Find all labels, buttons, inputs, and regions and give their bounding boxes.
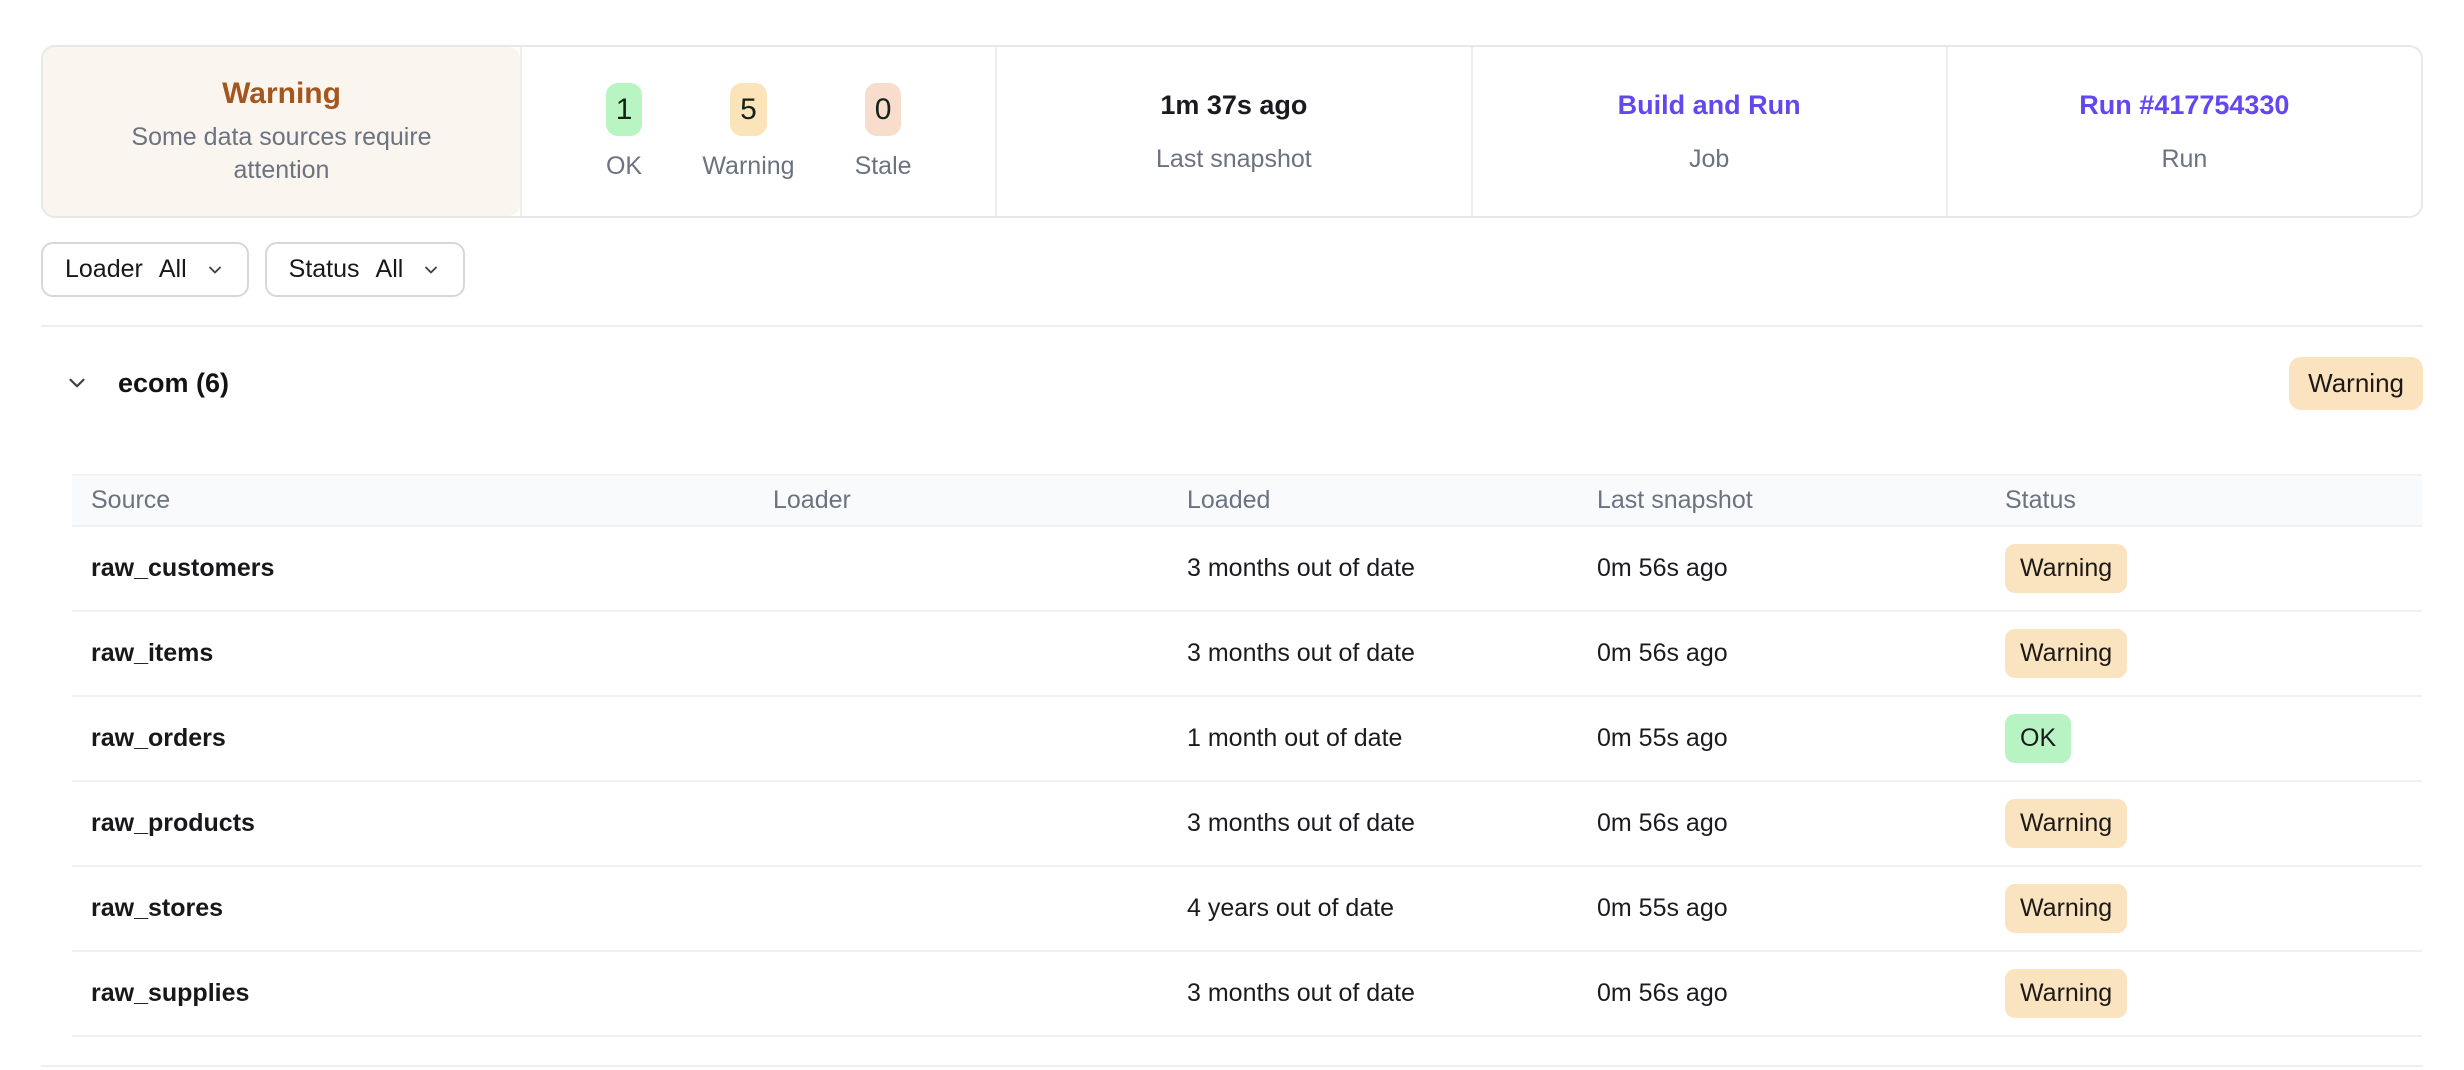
chevron-down-icon (421, 260, 441, 280)
table-row[interactable]: raw_products 3 months out of date 0m 56s… (72, 782, 2422, 867)
status-counts-row: 1 OK 5 Warning 0 Stale (606, 83, 912, 181)
chevron-down-icon (205, 260, 225, 280)
status-filter-label: Status (289, 255, 360, 284)
filter-bar: Loader All Status All (41, 242, 2423, 297)
column-header-status: Status (2005, 486, 2422, 515)
status-filter-dropdown[interactable]: Status All (265, 242, 466, 297)
last-snapshot-cell: 0m 56s ago (1597, 809, 2005, 838)
column-header-loaded: Loaded (1187, 486, 1597, 515)
last-snapshot-cell: 0m 56s ago (1597, 554, 2005, 583)
loaded-cell: 1 month out of date (1187, 724, 1597, 753)
source-name: raw_supplies (72, 979, 773, 1008)
data-sources-table: Source Loader Loaded Last snapshot Statu… (72, 474, 2422, 1037)
overall-status-subtitle: Some data sources require attention (102, 121, 462, 186)
warning-count-label: Warning (702, 152, 794, 181)
source-name: raw_orders (72, 724, 773, 753)
table-row[interactable]: raw_orders 1 month out of date 0m 55s ag… (72, 697, 2422, 782)
overall-status-title: Warning (222, 77, 341, 111)
source-name: raw_items (72, 639, 773, 668)
table-row[interactable]: raw_supplies 3 months out of date 0m 56s… (72, 952, 2422, 1037)
section-divider (41, 325, 2423, 327)
count-ok: 1 OK (606, 83, 643, 181)
status-badge: Warning (2005, 629, 2127, 678)
chevron-down-icon[interactable] (64, 370, 90, 396)
column-header-last-snapshot: Last snapshot (1597, 486, 2005, 515)
last-snapshot-label: Last snapshot (1156, 145, 1312, 174)
status-badge: Warning (2005, 544, 2127, 593)
status-filter-value: All (376, 255, 404, 284)
run-section: Run #417754330 Run (1946, 47, 2421, 216)
loaded-cell: 4 years out of date (1187, 894, 1597, 923)
source-name: raw_customers (72, 554, 773, 583)
source-name: raw_products (72, 809, 773, 838)
loaded-cell: 3 months out of date (1187, 639, 1597, 668)
column-header-loader: Loader (773, 486, 1187, 515)
group-header-ecom[interactable]: ecom (6) Warning (41, 353, 2423, 413)
last-snapshot-cell: 0m 56s ago (1597, 639, 2005, 668)
column-header-source: Source (72, 486, 773, 515)
loader-filter-dropdown[interactable]: Loader All (41, 242, 249, 297)
overall-status-panel: Warning Some data sources require attent… (43, 47, 520, 216)
last-snapshot-cell: 0m 56s ago (1597, 979, 2005, 1008)
status-badge: Warning (2005, 799, 2127, 848)
status-badge: Warning (2005, 969, 2127, 1018)
stale-count-badge: 0 (865, 83, 902, 136)
job-link[interactable]: Build and Run (1618, 90, 1801, 121)
table-row[interactable]: raw_items 3 months out of date 0m 56s ag… (72, 612, 2422, 697)
loader-filter-label: Loader (65, 255, 143, 284)
run-label: Run (2161, 145, 2207, 174)
table-row[interactable]: raw_stores 4 years out of date 0m 55s ag… (72, 867, 2422, 952)
table-row[interactable]: raw_customers 3 months out of date 0m 56… (72, 527, 2422, 612)
source-name: raw_stores (72, 894, 773, 923)
last-snapshot-cell: 0m 55s ago (1597, 724, 2005, 753)
count-stale: 0 Stale (855, 83, 912, 181)
group-title: ecom (6) (118, 368, 229, 399)
last-snapshot-cell: 0m 55s ago (1597, 894, 2005, 923)
loaded-cell: 3 months out of date (1187, 809, 1597, 838)
stale-count-label: Stale (855, 152, 912, 181)
summary-card: Warning Some data sources require attent… (41, 45, 2423, 218)
status-counts-section: 1 OK 5 Warning 0 Stale (520, 47, 995, 216)
loaded-cell: 3 months out of date (1187, 554, 1597, 583)
status-badge: Warning (2005, 884, 2127, 933)
warning-count-badge: 5 (730, 83, 767, 136)
loaded-cell: 3 months out of date (1187, 979, 1597, 1008)
run-link[interactable]: Run #417754330 (2079, 90, 2289, 121)
job-label: Job (1689, 145, 1729, 174)
group-status-badge: Warning (2289, 357, 2423, 410)
table-header-row: Source Loader Loaded Last snapshot Statu… (72, 474, 2422, 527)
job-section: Build and Run Job (1471, 47, 1946, 216)
bottom-divider (41, 1065, 2423, 1067)
count-warning: 5 Warning (702, 83, 794, 181)
loader-filter-value: All (159, 255, 187, 284)
ok-count-badge: 1 (606, 83, 643, 136)
last-snapshot-section: 1m 37s ago Last snapshot (995, 47, 1470, 216)
status-badge: OK (2005, 714, 2071, 763)
ok-count-label: OK (606, 152, 642, 181)
last-snapshot-value: 1m 37s ago (1160, 90, 1307, 121)
